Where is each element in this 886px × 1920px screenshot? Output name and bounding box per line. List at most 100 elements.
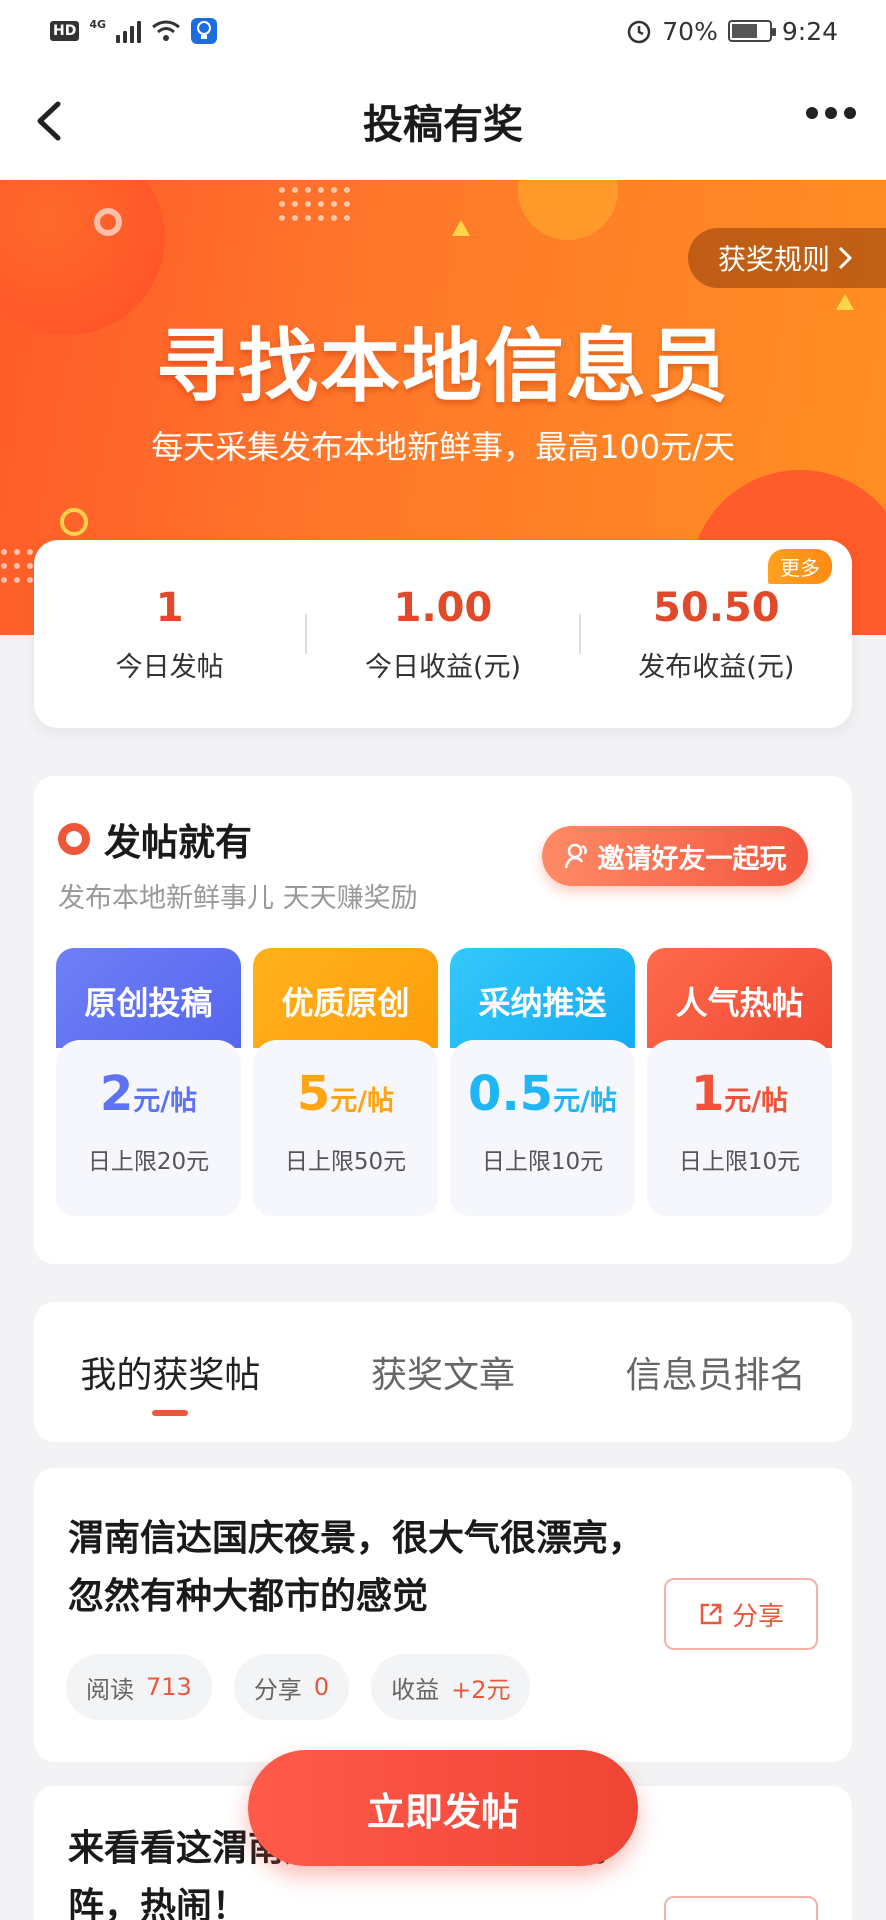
- reward-amount-line: 5元/帖: [253, 1066, 438, 1122]
- read-count-chip: 阅读 713: [66, 1654, 212, 1720]
- status-left: HD 4G: [50, 18, 218, 44]
- reward-tier-adopted[interactable]: 采纳推送 0.5元/帖 日上限10元: [450, 948, 635, 1216]
- reward-name: 优质原创: [253, 948, 438, 1048]
- income-chip: 收益 +2元: [371, 1654, 531, 1720]
- signal-icon: [116, 19, 142, 43]
- reward-body: 0.5元/帖 日上限10元: [450, 1040, 635, 1216]
- decor-ring: [60, 508, 88, 536]
- reward-amount-line: 0.5元/帖: [450, 1066, 635, 1122]
- article-stats: 阅读 713 分享 0 收益 +2元: [66, 1654, 531, 1720]
- battery-icon: [727, 20, 776, 42]
- share-label: 分享: [731, 1601, 784, 1632]
- stat-today-income[interactable]: 1.00 今日收益(元): [307, 585, 578, 684]
- chip-value: 0: [313, 1673, 330, 1701]
- tab-label: 信息员排名: [625, 1355, 806, 1396]
- lightbulb-app-icon: [191, 18, 218, 44]
- reward-limit: 日上限50元: [284, 1149, 407, 1175]
- decor-ring: [94, 208, 122, 236]
- article-title[interactable]: 渭南信达国庆夜景，很大气很漂亮，忽然有种大都市的感觉: [68, 1510, 668, 1626]
- decor-dots: [279, 187, 350, 221]
- reward-unit: 元/帖: [553, 1086, 617, 1117]
- battery-fill: [731, 24, 758, 38]
- section-header: 发帖就有: [58, 812, 252, 866]
- share-icon: [700, 1603, 722, 1625]
- reward-name: 采纳推送: [450, 948, 635, 1048]
- reward-name: 人气热帖: [647, 948, 832, 1048]
- more-dots-icon[interactable]: [806, 107, 856, 119]
- reward-unit: 元/帖: [724, 1086, 789, 1117]
- reward-unit: 元/帖: [133, 1086, 198, 1117]
- clock: 9:24: [781, 16, 838, 46]
- stat-value: 50.50: [653, 584, 780, 631]
- award-rules-label: 获奖规则: [718, 243, 831, 276]
- bullet-dot-icon: [58, 823, 90, 855]
- chip-value: +2元: [451, 1675, 511, 1704]
- reward-tier-original[interactable]: 原创投稿 2元/帖 日上限20元: [56, 948, 241, 1216]
- chip-label: 收益: [391, 1675, 440, 1704]
- banner-subtitle: 每天采集发布本地新鲜事，最高100元/天: [151, 428, 735, 466]
- page-title: 投稿有奖: [363, 102, 523, 148]
- status-bar: HD 4G 70% 9:24: [0, 0, 886, 62]
- reward-limit: 日上限10元: [481, 1149, 604, 1175]
- active-tab-indicator: [152, 1410, 189, 1416]
- reward-body: 2元/帖 日上限20元: [56, 1040, 241, 1216]
- reward-body: 5元/帖 日上限50元: [253, 1040, 438, 1216]
- tab-bar: 我的获奖帖 获奖文章 信息员排名: [34, 1302, 852, 1442]
- share-button[interactable]: 分享: [664, 1578, 818, 1650]
- alarm-icon: [628, 20, 651, 44]
- tab-label: 我的获奖帖: [80, 1355, 261, 1396]
- stat-value: 1.00: [393, 584, 493, 631]
- decor-dots: [1, 549, 33, 583]
- chip-label: 分享: [253, 1675, 302, 1704]
- reward-tiers: 原创投稿 2元/帖 日上限20元 优质原创 5元/帖 日上限50元 采纳推送 0…: [56, 948, 832, 1216]
- tab-my-awarded-posts[interactable]: 我的获奖帖: [40, 1346, 300, 1416]
- users-icon: [564, 843, 587, 869]
- chip-label: 阅读: [86, 1675, 134, 1704]
- section-subtitle: 发布本地新鲜事儿 天天赚奖励: [58, 883, 418, 914]
- share-button[interactable]: [664, 1896, 818, 1920]
- reward-unit: 元/帖: [330, 1086, 395, 1117]
- reward-body: 1元/帖 日上限10元: [647, 1040, 832, 1216]
- reward-amount: 5: [296, 1066, 331, 1122]
- wifi-icon: [152, 20, 180, 41]
- reward-tier-popular[interactable]: 人气热帖 1元/帖 日上限10元: [647, 948, 832, 1216]
- stat-value: 1: [155, 584, 184, 631]
- reward-amount: 1: [690, 1066, 725, 1122]
- stat-today-posts[interactable]: 1 今日发帖: [34, 585, 305, 684]
- hd-badge: HD: [50, 21, 80, 41]
- article-card[interactable]: 渭南信达国庆夜景，很大气很漂亮，忽然有种大都市的感觉 分享 阅读 713 分享 …: [34, 1468, 852, 1762]
- post-now-button[interactable]: 立即发帖: [248, 1750, 638, 1866]
- award-rules-button[interactable]: 获奖规则: [688, 228, 886, 288]
- tab-reporter-ranking[interactable]: 信息员排名: [586, 1346, 846, 1398]
- invite-label: 邀请好友一起玩: [597, 843, 787, 875]
- share-count-chip: 分享 0: [233, 1654, 350, 1720]
- more-badge[interactable]: 更多: [767, 548, 832, 584]
- banner-title: 寻找本地信息员: [156, 320, 730, 413]
- reward-amount-line: 1元/帖: [647, 1066, 832, 1122]
- decor-circle: [518, 180, 618, 240]
- back-chevron-icon[interactable]: [28, 98, 74, 144]
- chevron-right-icon: [838, 246, 853, 270]
- battery-percent: 70%: [662, 16, 718, 46]
- tab-awarded-articles[interactable]: 获奖文章: [313, 1346, 573, 1398]
- reward-amount: 0.5: [468, 1066, 554, 1122]
- status-right: 70% 9:24: [626, 17, 838, 46]
- stat-total-income[interactable]: 更多 50.50 发布收益(元): [581, 548, 852, 684]
- chip-value: 713: [146, 1673, 192, 1701]
- reward-tier-quality[interactable]: 优质原创 5元/帖 日上限50元: [253, 948, 438, 1216]
- section-title: 发帖就有: [104, 821, 252, 864]
- reward-amount: 2: [99, 1066, 134, 1122]
- post-rewards-section: 发帖就有 发布本地新鲜事儿 天天赚奖励 邀请好友一起玩 原创投稿 2元/帖 日上…: [34, 776, 852, 1264]
- nav-bar: 投稿有奖: [0, 62, 886, 180]
- reward-limit: 日上限10元: [678, 1149, 801, 1175]
- reward-limit: 日上限20元: [87, 1149, 210, 1175]
- reward-amount-line: 2元/帖: [56, 1066, 241, 1122]
- stat-label: 今日发帖: [115, 651, 224, 683]
- network-type: 4G: [89, 18, 107, 31]
- tab-label: 获奖文章: [370, 1355, 515, 1396]
- stat-label: 发布收益(元): [638, 651, 795, 683]
- invite-friends-button[interactable]: 邀请好友一起玩: [542, 826, 808, 886]
- reward-name: 原创投稿: [56, 948, 241, 1048]
- decor-triangle: [452, 220, 470, 236]
- stat-label: 今日收益(元): [364, 651, 522, 683]
